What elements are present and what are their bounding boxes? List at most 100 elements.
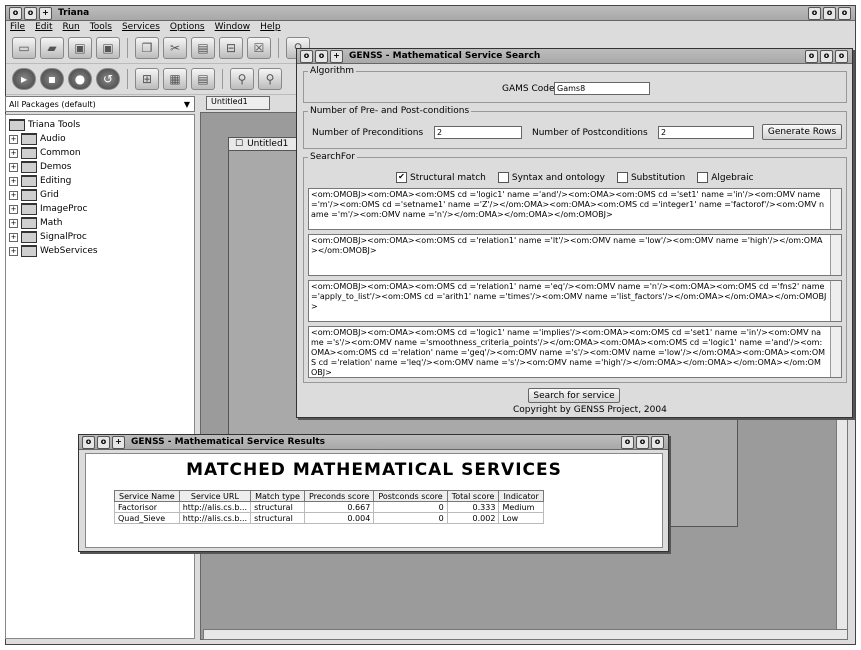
- folder-icon: [21, 133, 37, 145]
- table-cell: Medium: [498, 501, 544, 513]
- minimize-icon[interactable]: o: [808, 6, 821, 20]
- paste-icon[interactable]: ▤: [191, 37, 215, 59]
- expand-icon[interactable]: +: [9, 176, 18, 186]
- table-icon[interactable]: ▤: [191, 68, 215, 90]
- column-header[interactable]: Service Name: [114, 490, 180, 502]
- expand-icon[interactable]: +: [9, 218, 18, 228]
- window-shade-icon[interactable]: o: [97, 435, 110, 449]
- tree-item-math[interactable]: + Math: [9, 216, 191, 230]
- column-header[interactable]: Total score: [446, 490, 500, 502]
- column-header[interactable]: Service URL: [178, 490, 252, 502]
- grid-icon[interactable]: ▦: [163, 68, 187, 90]
- open-folder-icon[interactable]: ▰: [40, 37, 64, 59]
- group-icon[interactable]: ⊟: [219, 37, 243, 59]
- pin-icon[interactable]: +: [112, 435, 125, 449]
- menu-tools[interactable]: Tools: [90, 22, 112, 32]
- expand-icon[interactable]: +: [9, 148, 18, 158]
- tree-item-signalproc[interactable]: + SignalProc: [9, 230, 191, 244]
- stop-icon[interactable]: ●: [68, 68, 92, 90]
- tree-item-webservices[interactable]: + WebServices: [9, 244, 191, 258]
- minimize-icon[interactable]: o: [805, 49, 818, 63]
- tree-item-label: Math: [40, 218, 63, 228]
- expand-icon[interactable]: +: [9, 162, 18, 172]
- cut-icon[interactable]: ✂: [163, 37, 187, 59]
- window-shade-icon[interactable]: o: [315, 49, 328, 63]
- tree-item-common[interactable]: + Common: [9, 146, 191, 160]
- textarea-scrollbar[interactable]: [830, 327, 841, 377]
- expand-icon[interactable]: +: [9, 190, 18, 200]
- zoom-out-icon[interactable]: ⚲: [258, 68, 282, 90]
- pause-icon[interactable]: ▪: [40, 68, 64, 90]
- column-header[interactable]: Postconds score: [373, 490, 448, 502]
- search-titlebar[interactable]: o o + GENSS - Mathematical Service Searc…: [297, 49, 852, 64]
- postconditions-field[interactable]: 2: [658, 126, 754, 139]
- table-row[interactable]: Factorisor http://alis.cs.b... structura…: [114, 501, 544, 513]
- horizontal-scrollbar[interactable]: [203, 629, 848, 640]
- close-icon[interactable]: o: [651, 435, 664, 449]
- package-combo[interactable]: All Packages (default) ▼: [5, 96, 195, 112]
- textarea-scrollbar[interactable]: [830, 189, 841, 229]
- condition-row-4[interactable]: <om:OMOBJ><om:OMA><om:OMS cd ='logic1' n…: [308, 326, 842, 378]
- gams-code-field[interactable]: Gams8: [554, 82, 650, 95]
- textarea-scrollbar[interactable]: [830, 281, 841, 321]
- column-header[interactable]: Preconds score: [303, 490, 375, 502]
- structural-match-checkbox[interactable]: ✔ Structural match: [396, 172, 486, 183]
- expand-icon[interactable]: +: [9, 134, 18, 144]
- substitution-checkbox[interactable]: Substitution: [616, 172, 685, 183]
- menu-services[interactable]: Services: [122, 22, 160, 32]
- syntax-ontology-checkbox[interactable]: Syntax and ontology: [497, 172, 605, 183]
- save-icon[interactable]: ▣: [68, 37, 92, 59]
- window-menu-icon[interactable]: o: [82, 435, 95, 449]
- table-row[interactable]: Quad_Sieve http://alis.cs.b... structura…: [114, 512, 544, 524]
- column-header[interactable]: Match type: [250, 490, 305, 502]
- minimize-icon[interactable]: o: [621, 435, 634, 449]
- maximize-icon[interactable]: o: [820, 49, 833, 63]
- close-icon[interactable]: o: [838, 6, 851, 20]
- run-icon[interactable]: ▸: [12, 68, 36, 90]
- condition-row-1[interactable]: <om:OMOBJ><om:OMA><om:OMS cd ='logic1' n…: [308, 188, 842, 230]
- menu-file[interactable]: File: [10, 22, 25, 32]
- menu-edit[interactable]: Edit: [35, 22, 52, 32]
- condition-row-2[interactable]: <om:OMOBJ><om:OMA><om:OMS cd ='relation1…: [308, 234, 842, 276]
- textarea-scrollbar[interactable]: [830, 235, 841, 275]
- condition-row-3[interactable]: <om:OMOBJ><om:OMA><om:OMS cd ='relation1…: [308, 280, 842, 322]
- tree-item-audio[interactable]: + Audio: [9, 132, 191, 146]
- tree-item-imageproc[interactable]: + ImageProc: [9, 202, 191, 216]
- window-shade-icon[interactable]: o: [24, 6, 37, 20]
- pin-icon[interactable]: +: [330, 49, 343, 63]
- tree-item-demos[interactable]: + Demos: [9, 160, 191, 174]
- generate-rows-button[interactable]: Generate Rows: [762, 124, 842, 140]
- chevron-down-icon[interactable]: ▼: [180, 100, 194, 109]
- column-header[interactable]: Indicator: [498, 490, 544, 502]
- main-titlebar[interactable]: o o + Triana o o o: [6, 6, 855, 21]
- copy-icon[interactable]: ❐: [135, 37, 159, 59]
- expand-icon[interactable]: +: [9, 204, 18, 214]
- pin-icon[interactable]: +: [39, 6, 52, 20]
- algebraic-checkbox[interactable]: Algebraic: [697, 172, 754, 183]
- tree-item-grid[interactable]: + Grid: [9, 188, 191, 202]
- close-icon[interactable]: o: [835, 49, 848, 63]
- window-menu-icon[interactable]: o: [300, 49, 313, 63]
- search-for-service-button[interactable]: Search for service: [528, 388, 620, 403]
- tree-item-editing[interactable]: + Editing: [9, 174, 191, 188]
- results-panel: MATCHED MATHEMATICAL SERVICES Service Na…: [85, 453, 663, 548]
- delete-icon[interactable]: ☒: [247, 37, 271, 59]
- menu-run[interactable]: Run: [63, 22, 80, 32]
- reset-icon[interactable]: ↺: [96, 68, 120, 90]
- tree-root[interactable]: Triana Tools: [9, 118, 191, 132]
- menu-options[interactable]: Options: [170, 22, 205, 32]
- preconditions-field[interactable]: 2: [434, 126, 522, 139]
- expand-icon[interactable]: +: [9, 246, 18, 256]
- tab-untitled1[interactable]: Untitled1: [206, 96, 270, 110]
- new-file-icon[interactable]: ▭: [12, 37, 36, 59]
- menu-window[interactable]: Window: [215, 22, 251, 32]
- window-menu-icon[interactable]: o: [9, 6, 22, 20]
- maximize-icon[interactable]: o: [636, 435, 649, 449]
- maximize-icon[interactable]: o: [823, 6, 836, 20]
- menu-help[interactable]: Help: [260, 22, 281, 32]
- save-all-icon[interactable]: ▣: [96, 37, 120, 59]
- results-titlebar[interactable]: o o + GENSS - Mathematical Service Resul…: [79, 435, 668, 450]
- zoom-in-icon[interactable]: ⚲: [230, 68, 254, 90]
- layout-icon[interactable]: ⊞: [135, 68, 159, 90]
- expand-icon[interactable]: +: [9, 232, 18, 242]
